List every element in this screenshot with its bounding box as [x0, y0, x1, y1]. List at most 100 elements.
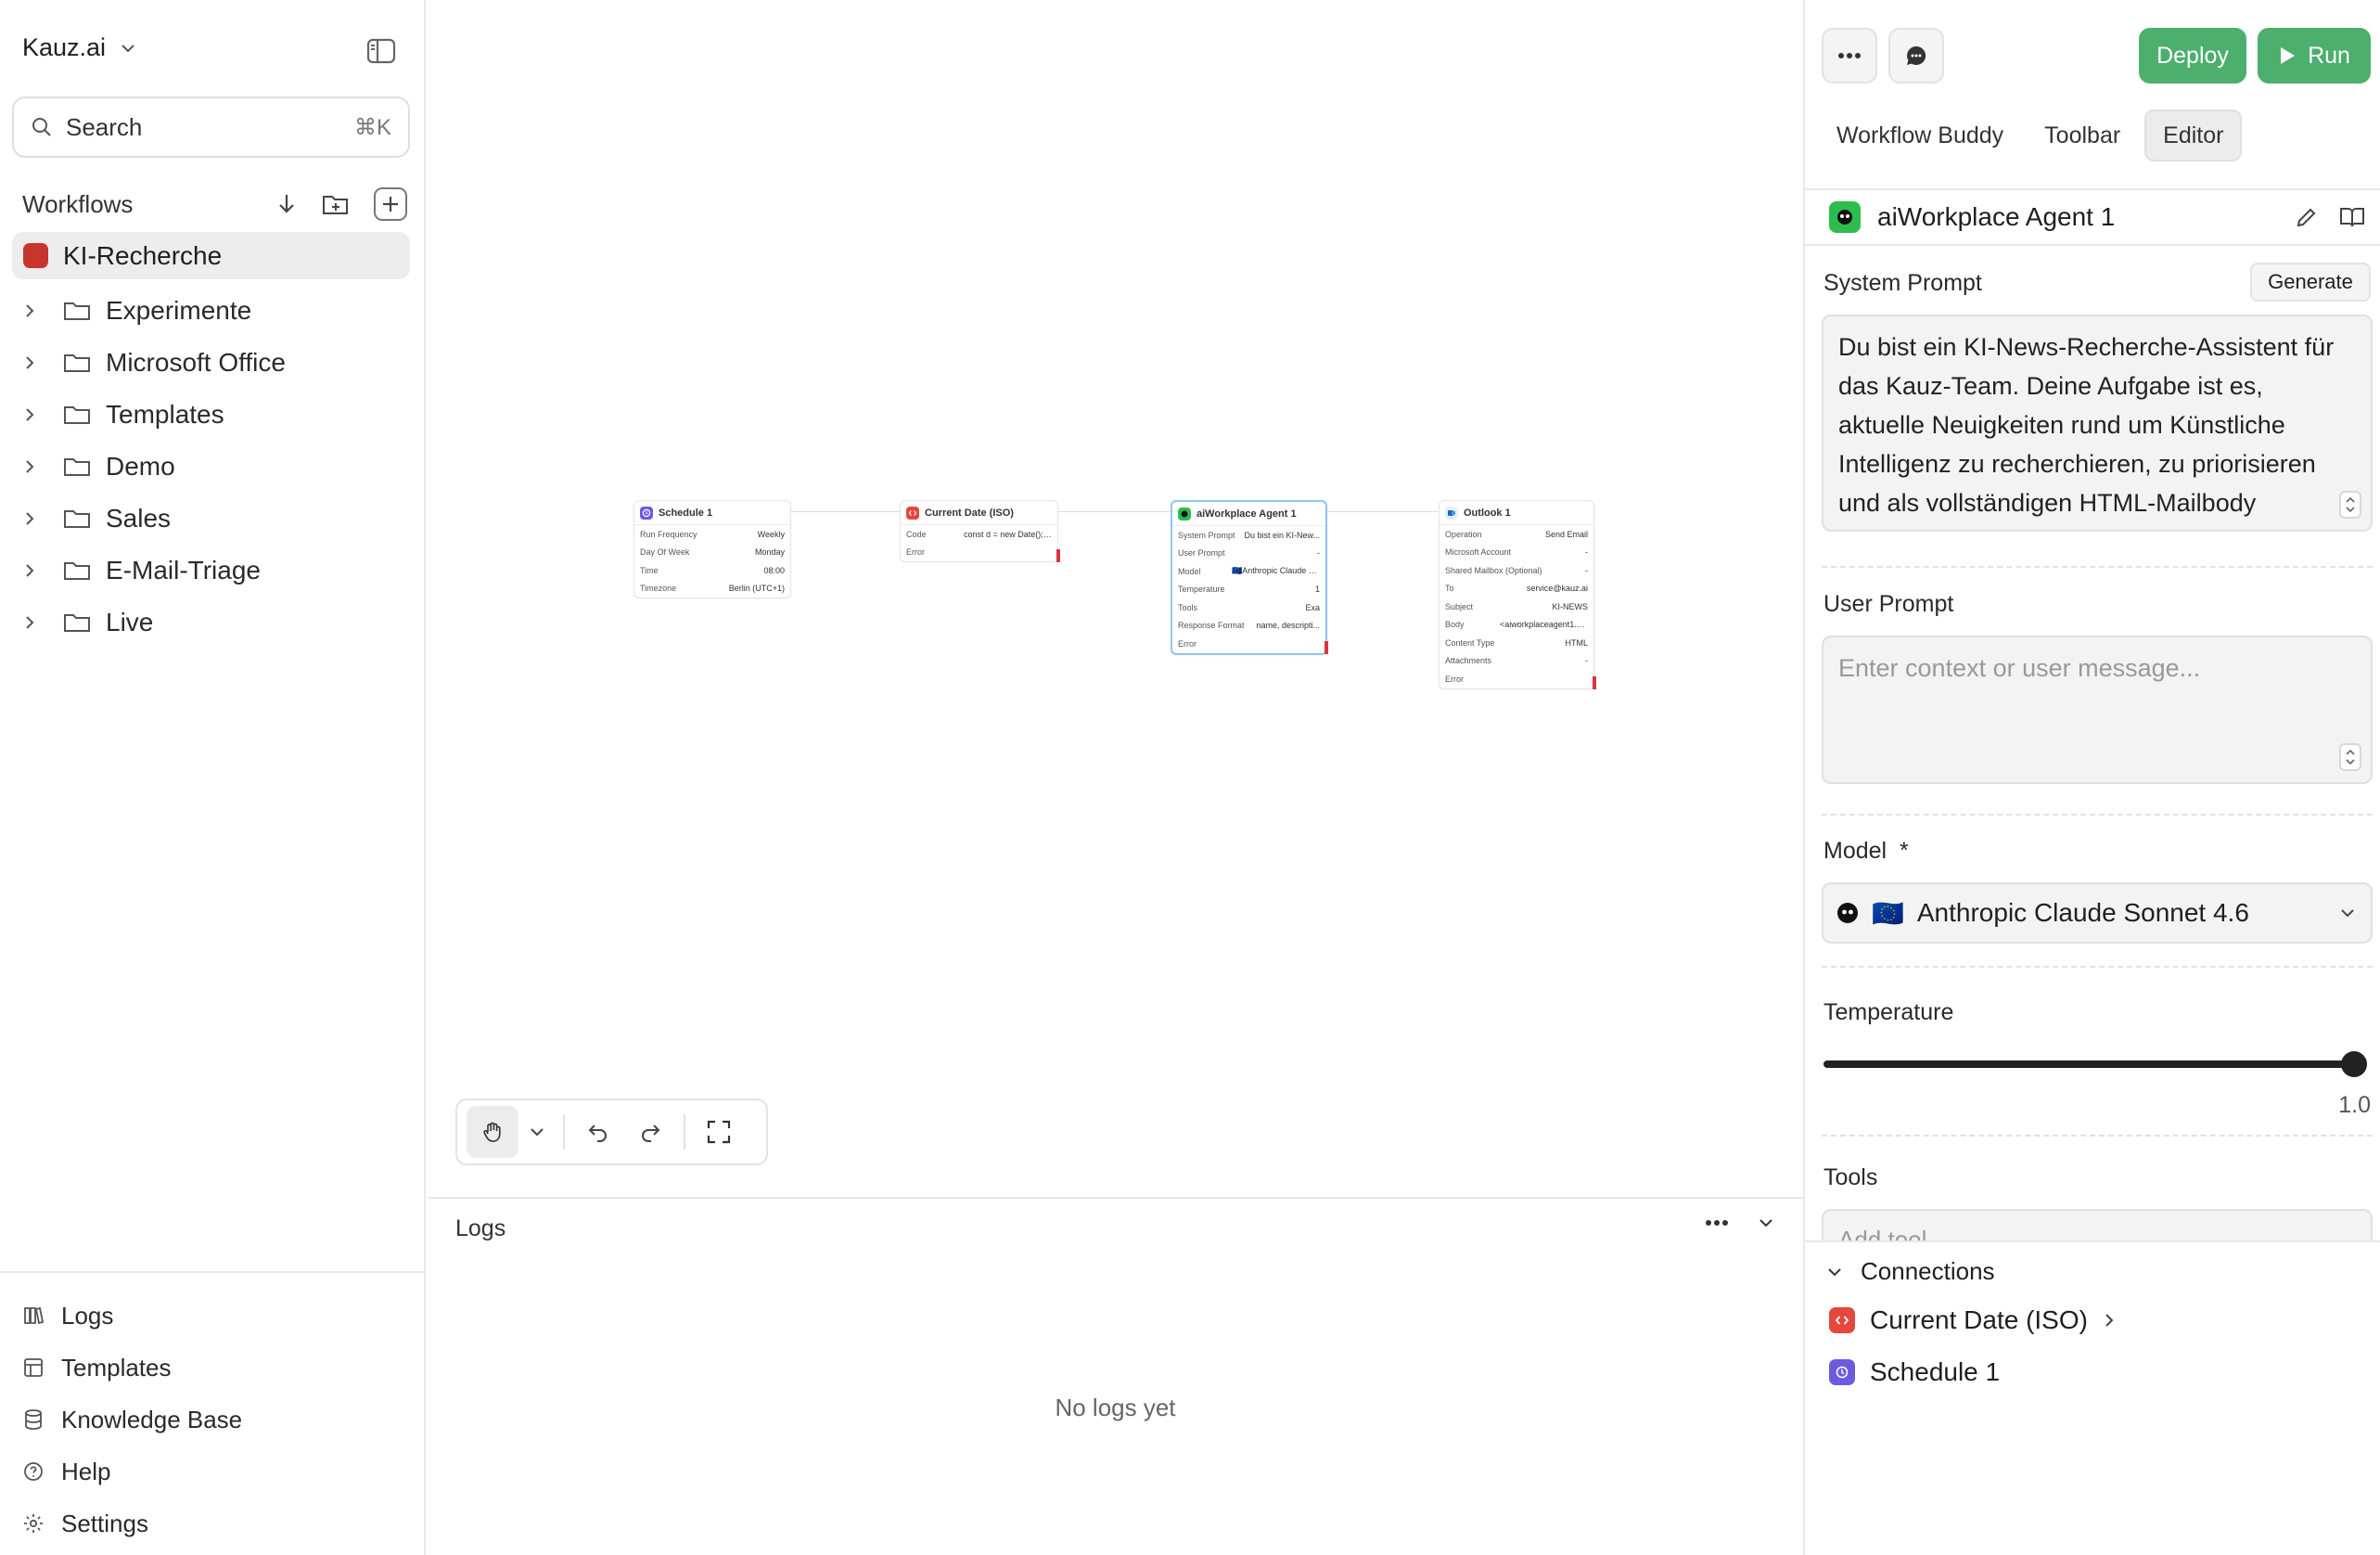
add-workflow-button[interactable]: [374, 187, 407, 221]
resize-icon[interactable]: [2339, 743, 2361, 771]
node-field-label: Error: [1445, 674, 1464, 684]
folder-item[interactable]: E-Mail-Triage: [22, 545, 286, 597]
chat-bubble-icon[interactable]: [1888, 28, 1944, 84]
deploy-button[interactable]: Deploy: [2139, 28, 2246, 84]
chevron-right-icon: [22, 354, 48, 371]
nav-item-logs[interactable]: Logs: [0, 1290, 426, 1342]
node-field-label: Tools: [1178, 602, 1198, 612]
node-field-row: Tools Exa: [1172, 598, 1325, 617]
sidebar: Kauz.ai Search ⌘K Workflows KI-Recherche…: [0, 0, 426, 1555]
workflow-item-active[interactable]: KI-Recherche: [12, 232, 410, 279]
node-schedule[interactable]: Schedule 1 Run Frequency Weekly Day Of Wee…: [633, 500, 791, 598]
clock-icon: [1829, 1359, 1855, 1385]
agent-icon: [1178, 507, 1191, 520]
chevron-down-icon[interactable]: [1757, 1214, 1775, 1232]
connection-item[interactable]: Current Date (ISO): [1829, 1305, 2116, 1335]
node-field-value: 🇪🇺Anthropic Claude Sonne...: [1232, 566, 1320, 576]
folder-item[interactable]: Microsoft Office: [22, 337, 286, 389]
connection-item[interactable]: Schedule 1: [1829, 1357, 2000, 1387]
node-field-value: KI-NEWS: [1552, 601, 1588, 611]
nav-item-help[interactable]: Help: [0, 1446, 426, 1497]
folder-item[interactable]: Templates: [22, 389, 286, 441]
folder-item[interactable]: Live: [22, 597, 286, 649]
node-current-date[interactable]: Current Date (ISO) Code const d = new Dat…: [900, 500, 1060, 562]
database-icon: [22, 1408, 45, 1431]
folder-item[interactable]: Experimente: [22, 285, 286, 337]
add-tool-select[interactable]: Add tool: [1822, 1209, 2373, 1240]
book-icon: [22, 1304, 45, 1327]
error-handle[interactable]: [1324, 641, 1328, 654]
sidebar-toggle-icon[interactable]: [365, 35, 397, 67]
model-value: Anthropic Claude Sonnet 4.6: [1916, 898, 2249, 927]
node-agent-selected[interactable]: aiWorkplace Agent 1 System Prompt Du bist…: [1171, 500, 1328, 655]
nav-item-label: Knowledge Base: [61, 1405, 243, 1433]
import-icon[interactable]: [275, 192, 298, 216]
docs-book-icon[interactable]: [2339, 205, 2365, 229]
resize-icon[interactable]: [2339, 491, 2361, 519]
folder-icon: [63, 559, 106, 583]
nav-item-settings[interactable]: Settings: [0, 1497, 426, 1549]
workspace-switcher[interactable]: Kauz.ai: [22, 33, 137, 62]
temperature-slider[interactable]: [1823, 1051, 2367, 1077]
run-button[interactable]: Run: [2258, 28, 2371, 84]
node-field-label: Model: [1178, 566, 1201, 576]
chevron-right-icon: [22, 510, 48, 527]
block-header: aiWorkplace Agent 1: [1805, 188, 2380, 246]
system-prompt-label: System Prompt: [1823, 270, 1982, 296]
folder-icon: [63, 351, 106, 375]
chevron-down-icon[interactable]: [518, 1106, 556, 1158]
node-field-row: System Prompt Du bist ein KI-New...: [1172, 526, 1325, 545]
chevron-down-icon: [1825, 1263, 1844, 1281]
node-field-value: name, descripti...: [1256, 621, 1320, 631]
folder-label: Microsoft Office: [106, 348, 286, 377]
folder-label: E-Mail-Triage: [106, 556, 261, 585]
folder-item[interactable]: Sales: [22, 493, 286, 545]
new-folder-icon[interactable]: [322, 192, 350, 216]
chevron-right-icon: [22, 302, 48, 319]
error-handle[interactable]: [1593, 676, 1596, 689]
folder-icon: [63, 610, 106, 635]
system-prompt-textarea[interactable]: Du bist ein KI-News-Recherche-Assistent …: [1822, 315, 2373, 532]
hand-tool-icon[interactable]: [467, 1106, 518, 1158]
nav-item-templates[interactable]: Templates: [0, 1342, 426, 1394]
model-select[interactable]: 🇪🇺 Anthropic Claude Sonnet 4.6: [1822, 882, 2373, 944]
more-options-button[interactable]: [1822, 28, 1877, 84]
node-field-row: Error: [1440, 670, 1593, 688]
more-icon[interactable]: [1705, 1219, 1729, 1227]
generate-button[interactable]: Generate: [2250, 263, 2371, 302]
node-outlook[interactable]: Outlook 1 Operation Send Email Microsoft A…: [1439, 500, 1596, 689]
search-placeholder: Search: [66, 112, 143, 141]
folder-item[interactable]: Demo: [22, 441, 286, 493]
redo-icon[interactable]: [624, 1106, 676, 1158]
model-label: Model *: [1823, 838, 1909, 865]
node-field-value: -: [1317, 548, 1320, 559]
workflows-header: Workflows: [22, 186, 407, 223]
undo-icon[interactable]: [572, 1106, 624, 1158]
node-field-value: 1: [1314, 585, 1320, 595]
folder-icon: [63, 299, 106, 323]
tab-toolbar[interactable]: Toolbar: [2028, 109, 2137, 161]
tab-editor[interactable]: Editor: [2144, 109, 2243, 161]
logs-title: Logs: [455, 1215, 506, 1241]
node-field-label: Day Of Week: [640, 547, 690, 558]
canvas-toolbar: [455, 1099, 768, 1165]
workflow-canvas[interactable]: Schedule 1 Run Frequency Weekly Day Of Wee…: [428, 0, 1803, 1197]
nav-item-knowledge-base[interactable]: Knowledge Base: [0, 1394, 426, 1446]
slider-knob[interactable]: [2341, 1051, 2367, 1077]
node-field-label: Response Format: [1178, 621, 1245, 631]
chevron-right-icon: [22, 562, 48, 579]
error-handle[interactable]: [1056, 549, 1060, 562]
edit-icon[interactable]: [2295, 205, 2319, 229]
connections-toggle[interactable]: Connections: [1825, 1257, 1995, 1286]
node-field-label: Temperature: [1178, 585, 1225, 595]
search-input[interactable]: Search ⌘K: [12, 96, 410, 158]
chevron-right-icon: [22, 406, 48, 423]
user-prompt-textarea[interactable]: Enter context or user message...: [1822, 636, 2373, 784]
node-title: Current Date (ISO): [925, 507, 1014, 519]
node-field-label: User Prompt: [1178, 548, 1225, 559]
tab-workflow-buddy[interactable]: Workflow Buddy: [1820, 109, 2020, 161]
node-field-row: Subject KI-NEWS: [1440, 598, 1593, 616]
node-title: aiWorkplace Agent 1: [1196, 508, 1297, 520]
fullscreen-icon[interactable]: [693, 1106, 745, 1158]
node-field-label: To: [1445, 584, 1454, 594]
